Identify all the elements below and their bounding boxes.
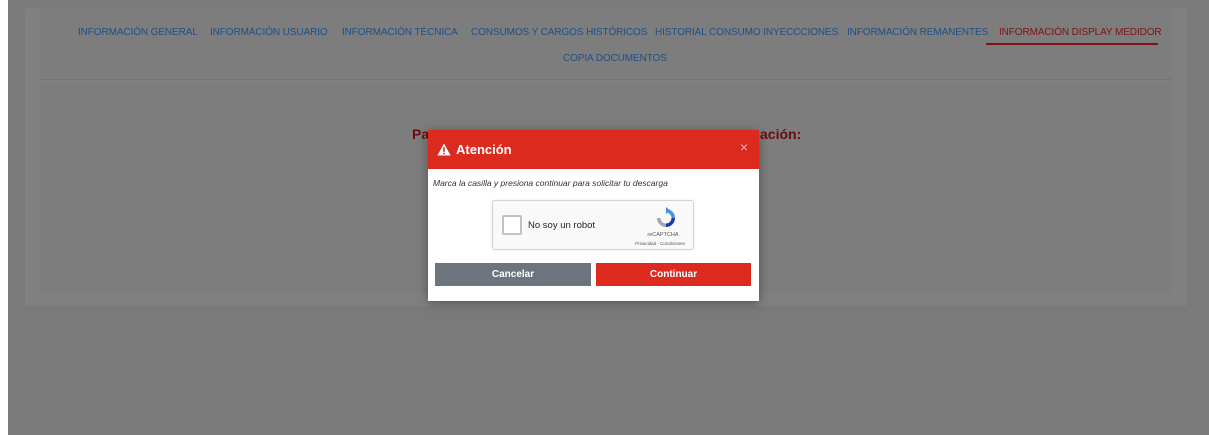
- recaptcha-brand: reCAPTCHA: [647, 232, 679, 238]
- modal-message: Marca la casilla y presiona continuar pa…: [433, 178, 668, 188]
- recaptcha-logo-icon: [657, 207, 675, 227]
- active-tab-indicator: [986, 43, 1158, 45]
- modal-header: Atención ×: [428, 130, 759, 169]
- tab-copia-documentos[interactable]: COPIA DOCUMENTOS: [563, 53, 667, 64]
- background-heading-start: Pa: [412, 126, 430, 142]
- recaptcha-checkbox[interactable]: [502, 215, 522, 235]
- tab-informacion-tecnica[interactable]: INFORMACIÓN TÉCNICA: [342, 27, 458, 38]
- recaptcha-widget: No soy un robot reCAPTCHA Privacidad - C…: [492, 200, 694, 250]
- tab-informacion-remanentes[interactable]: INFORMACIÓN REMANENTES: [847, 27, 988, 38]
- close-icon[interactable]: ×: [740, 140, 748, 154]
- attention-modal: Atención × Marca la casilla y presiona c…: [428, 130, 759, 301]
- tab-informacion-usuario[interactable]: INFORMACIÓN USUARIO: [210, 27, 328, 38]
- background-heading-end: ación:: [760, 126, 802, 142]
- tab-informacion-general[interactable]: INFORMACIÓN GENERAL: [78, 27, 198, 38]
- page-edge: [0, 0, 8, 435]
- tab-historial-inyecciones[interactable]: HISTORIAL CONSUMO INYECCCIONES: [655, 27, 838, 38]
- cancel-button[interactable]: Cancelar: [435, 263, 591, 286]
- tab-consumos-cargos[interactable]: CONSUMOS Y CARGOS HISTÓRICOS: [471, 27, 647, 38]
- recaptcha-privacy-terms[interactable]: Privacidad - Condiciones: [625, 241, 695, 246]
- tab-display-medidor[interactable]: INFORMACIÓN DISPLAY MEDIDOR: [999, 27, 1162, 38]
- recaptcha-label: No soy un robot: [528, 220, 596, 231]
- warning-icon: [437, 143, 451, 156]
- modal-title: Atención: [456, 142, 512, 157]
- continue-button[interactable]: Continuar: [596, 263, 751, 286]
